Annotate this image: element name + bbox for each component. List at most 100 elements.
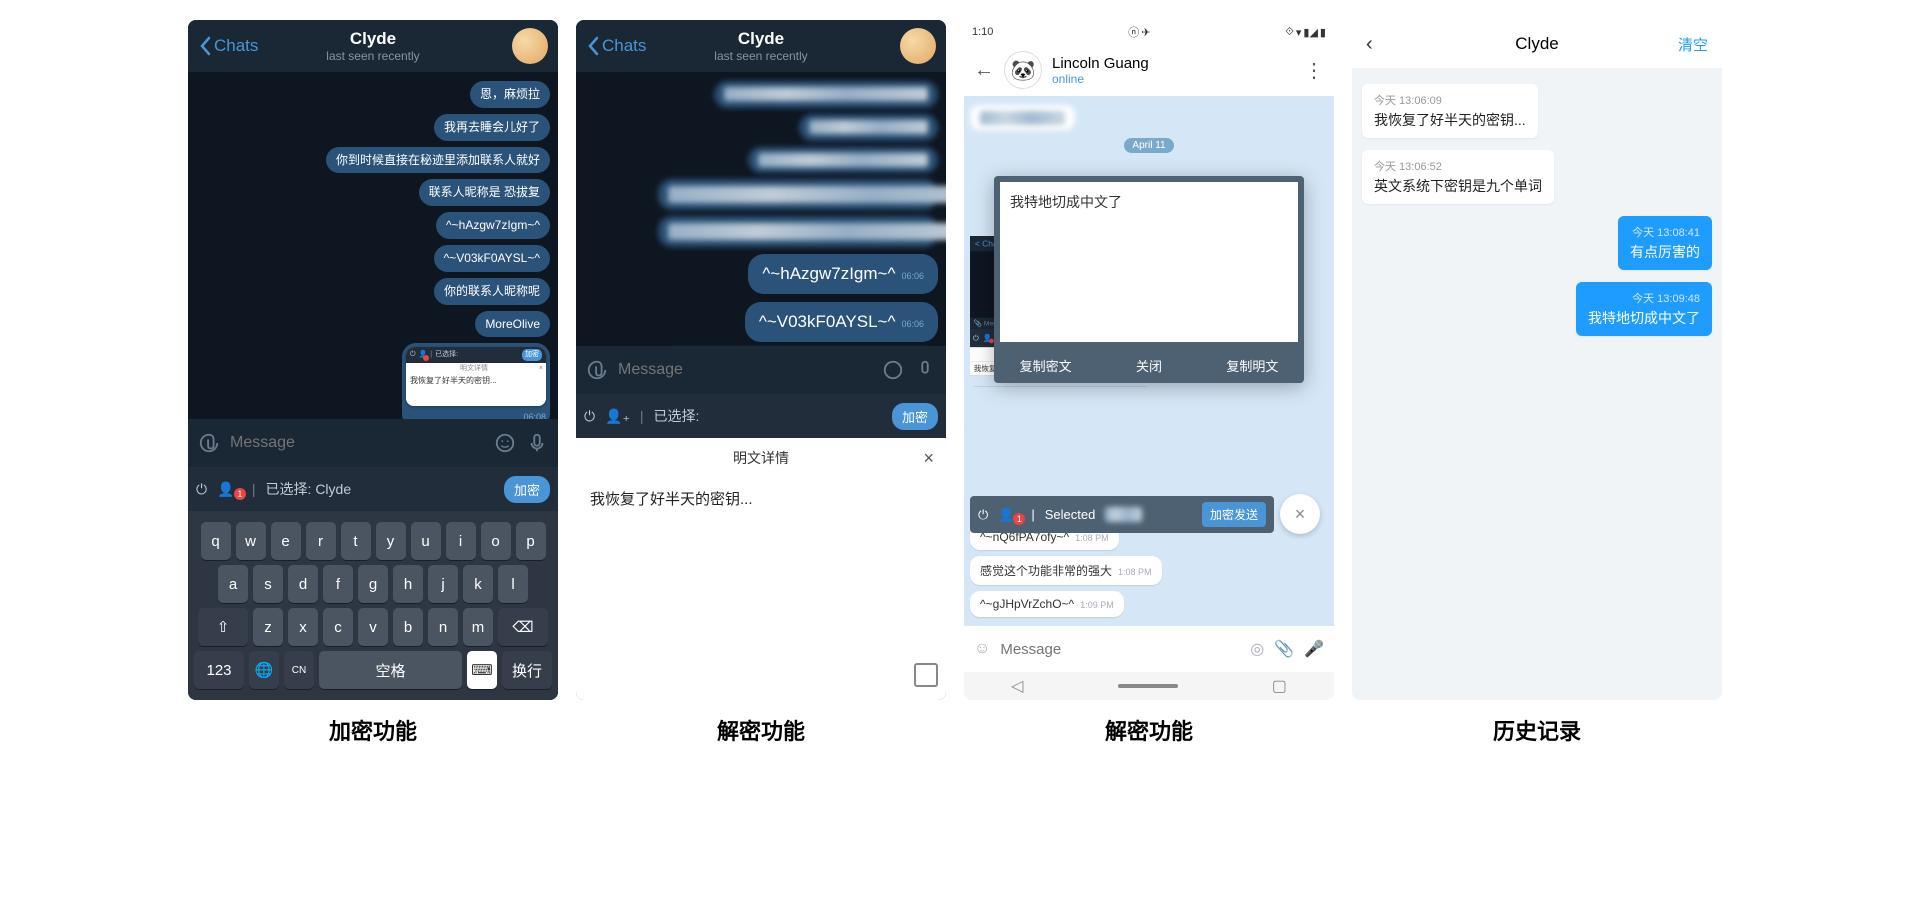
- key-w[interactable]: w: [236, 522, 266, 560]
- date-chip: April 11: [1124, 138, 1173, 153]
- key-s[interactable]: s: [253, 565, 283, 603]
- message-input[interactable]: [1000, 641, 1240, 658]
- blurred-msg[interactable]: ██████████: [970, 105, 1075, 131]
- more-icon[interactable]: ⋮: [1304, 58, 1324, 83]
- contacts-icon[interactable]: 👤₊: [217, 481, 242, 498]
- message-input[interactable]: [230, 434, 484, 452]
- encrypt-button[interactable]: 加密: [504, 476, 550, 503]
- avatar[interactable]: [900, 28, 936, 64]
- key-return[interactable]: 换行: [502, 651, 552, 689]
- history-item[interactable]: 今天 13:06:09我恢复了好半天的密钥...: [1362, 84, 1538, 138]
- power-icon[interactable]: ⏻: [584, 408, 595, 425]
- cipher-msg[interactable]: ^~hAzgw7zIgm~^06:06: [748, 254, 938, 294]
- back-button[interactable]: Chats: [586, 36, 646, 56]
- msg[interactable]: 联系人昵称是 恐拔复: [419, 179, 550, 206]
- blurred-msg[interactable]: ██████████████: [799, 114, 938, 141]
- key-b[interactable]: b: [393, 608, 423, 646]
- copy-plain-button[interactable]: 复制明文: [1201, 348, 1304, 383]
- key-123[interactable]: 123: [194, 651, 244, 689]
- copy-cipher-button[interactable]: 复制密文: [994, 348, 1097, 383]
- key-q[interactable]: q: [201, 522, 231, 560]
- power-icon[interactable]: ⏻: [978, 507, 988, 523]
- key-i[interactable]: i: [446, 522, 476, 560]
- nav-back-icon[interactable]: ◁: [1011, 676, 1023, 696]
- contact-name: Lincoln Guang: [1052, 55, 1149, 72]
- encrypt-button[interactable]: 加密: [892, 403, 938, 430]
- mic-icon[interactable]: 🎤: [1304, 639, 1324, 659]
- key-c[interactable]: c: [323, 608, 353, 646]
- back-icon[interactable]: ←: [974, 59, 994, 82]
- key-space[interactable]: 空格: [319, 651, 462, 689]
- msg[interactable]: MoreOlive: [475, 311, 550, 338]
- back-icon[interactable]: ‹: [1366, 33, 1373, 56]
- cipher-msg[interactable]: ^~V03kF0AYSL~^: [434, 245, 550, 272]
- msg[interactable]: 感觉这个功能非常的强大1:08 PM: [970, 556, 1162, 585]
- close-fab[interactable]: ×: [1280, 494, 1320, 534]
- key-y[interactable]: y: [376, 522, 406, 560]
- attach-icon[interactable]: [198, 432, 220, 454]
- key-p[interactable]: p: [516, 522, 546, 560]
- key-d[interactable]: d: [288, 565, 318, 603]
- key-z[interactable]: z: [253, 608, 283, 646]
- blurred-msg[interactable]: ████████████████████: [748, 147, 938, 174]
- cipher-msg[interactable]: ^~V03kF0AYSL~^06:06: [745, 302, 938, 342]
- history-item[interactable]: 今天 13:06:52英文系统下密钥是九个单词: [1362, 150, 1554, 204]
- key-o[interactable]: o: [481, 522, 511, 560]
- key-n[interactable]: n: [428, 608, 458, 646]
- encrypt-send-button[interactable]: 加密发送: [1202, 502, 1266, 527]
- key-r[interactable]: r: [306, 522, 336, 560]
- key-m[interactable]: m: [463, 608, 493, 646]
- key-e[interactable]: e: [271, 522, 301, 560]
- contacts-icon[interactable]: 👤₊: [605, 408, 630, 425]
- nav-home-icon[interactable]: [1118, 684, 1178, 688]
- history-item[interactable]: 今天 13:08:41有点厉害的: [1618, 216, 1712, 270]
- key-t[interactable]: t: [341, 522, 371, 560]
- msg[interactable]: 你的联系人昵称呢: [434, 278, 550, 305]
- cipher-msg[interactable]: ^~hAzgw7zIgm~^: [436, 212, 550, 239]
- back-button[interactable]: Chats: [198, 36, 258, 56]
- close-icon[interactable]: ×: [923, 448, 934, 469]
- mic-icon[interactable]: [914, 359, 936, 381]
- avatar[interactable]: 🐼: [1004, 51, 1042, 89]
- attach-icon[interactable]: 📎: [1274, 639, 1294, 659]
- globe-icon[interactable]: 🌐: [249, 651, 279, 689]
- camera-icon[interactable]: ◎: [1250, 639, 1264, 659]
- attach-icon[interactable]: [586, 359, 608, 381]
- key-j[interactable]: j: [428, 565, 458, 603]
- contacts-icon[interactable]: 👤₊: [998, 507, 1021, 523]
- sticker-icon[interactable]: [882, 359, 904, 381]
- msg[interactable]: 我再去睡会儿好了: [434, 114, 550, 141]
- emoji-icon[interactable]: ☺: [974, 640, 990, 658]
- key-lang[interactable]: CN: [284, 651, 314, 689]
- avatar[interactable]: [512, 28, 548, 64]
- copy-icon[interactable]: [918, 667, 938, 687]
- key-f[interactable]: f: [323, 565, 353, 603]
- key-g[interactable]: g: [358, 565, 388, 603]
- blurred-msg[interactable]: ████████████████████████: [714, 81, 938, 108]
- key-x[interactable]: x: [288, 608, 318, 646]
- backspace-key[interactable]: ⌫: [498, 608, 548, 646]
- cipher-msg[interactable]: ^~gJHpVrZchO~^1:09 PM: [970, 591, 1124, 617]
- shift-key[interactable]: ⇧: [198, 608, 248, 646]
- history-item[interactable]: 今天 13:09:48我特地切成中文了: [1576, 282, 1712, 336]
- message-input[interactable]: [618, 361, 872, 379]
- blurred-msg[interactable]: ████████████████████████████████: [658, 179, 938, 210]
- msg[interactable]: 你到时候直接在秘迹里添加联系人就好: [326, 147, 550, 174]
- key-a[interactable]: a: [218, 565, 248, 603]
- caption: 历史记录: [1493, 714, 1581, 746]
- nav-recent-icon[interactable]: ▢: [1272, 676, 1287, 696]
- keyboard-switch-icon[interactable]: ⌨: [467, 651, 497, 689]
- mic-icon[interactable]: [526, 432, 548, 454]
- power-icon[interactable]: ⏻: [196, 481, 207, 498]
- key-k[interactable]: k: [463, 565, 493, 603]
- sticker-icon[interactable]: [494, 432, 516, 454]
- close-button[interactable]: 关闭: [1097, 348, 1200, 383]
- msg[interactable]: 恩，麻烦拉: [470, 81, 550, 108]
- blurred-msg[interactable]: ████████████████████████████: [658, 216, 938, 247]
- clear-button[interactable]: 清空: [1678, 34, 1708, 55]
- key-u[interactable]: u: [411, 522, 441, 560]
- embed-screenshot[interactable]: ⏻👤|已选择:加密 明文详情× 我恢复了好半天的密钥... 06:08: [402, 343, 550, 419]
- key-h[interactable]: h: [393, 565, 423, 603]
- key-v[interactable]: v: [358, 608, 388, 646]
- key-l[interactable]: l: [498, 565, 528, 603]
